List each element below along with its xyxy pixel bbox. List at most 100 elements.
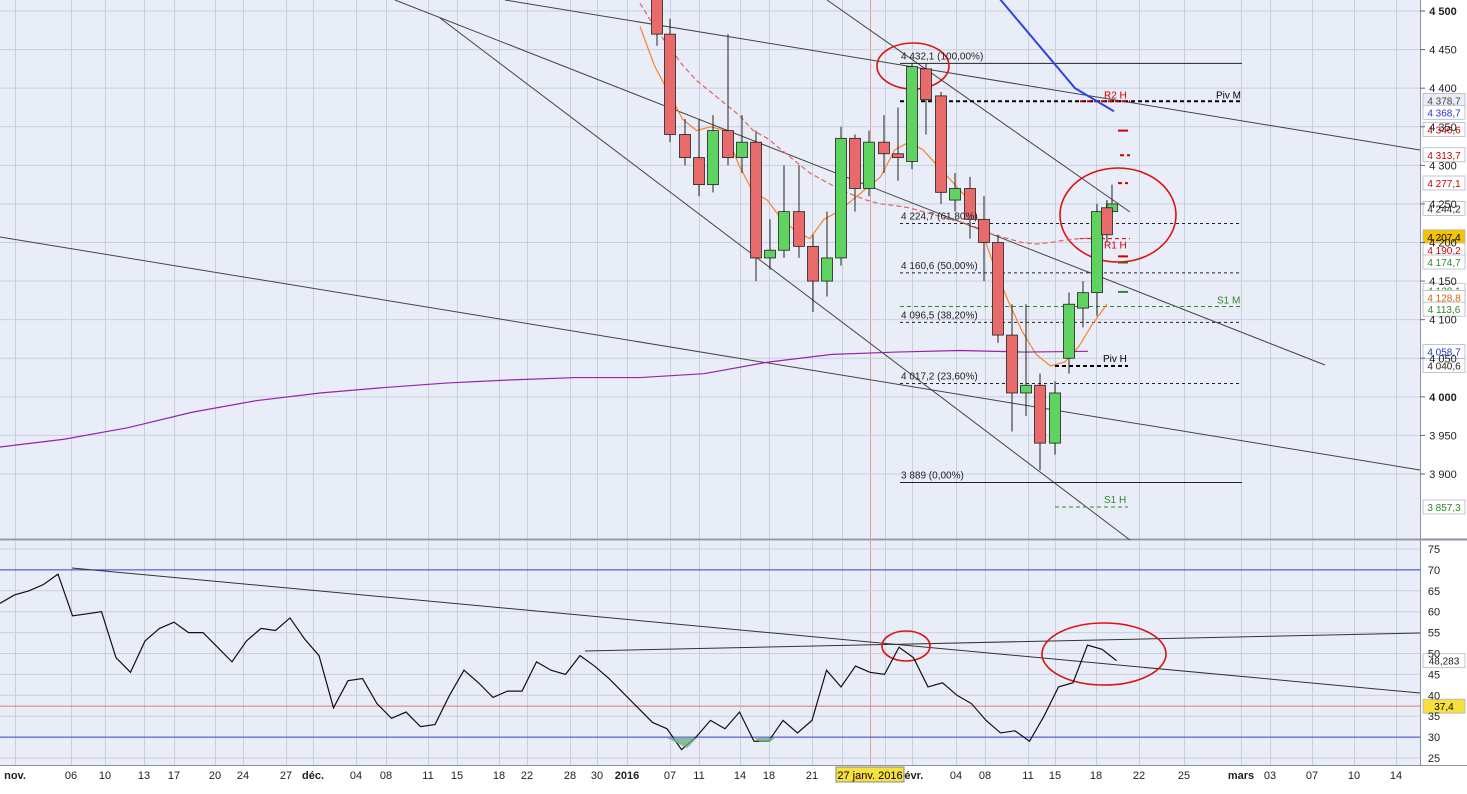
- candle-body: [935, 95, 947, 193]
- candle-body: [906, 66, 918, 162]
- x-tick-label: 13: [138, 770, 150, 782]
- oscillator-y-tick-label: 30: [1428, 732, 1440, 744]
- price-y-tick-label: 3 950: [1429, 430, 1457, 442]
- candle-body: [679, 134, 691, 159]
- candle-body: [750, 141, 762, 259]
- candle-body: [1006, 334, 1018, 394]
- candle-body: [978, 218, 990, 243]
- price-axis-badge-label: 4 368,7: [1427, 108, 1461, 119]
- oscillator-y-tick-label: 75: [1428, 544, 1440, 556]
- candle-body: [1049, 392, 1061, 444]
- x-tick-label: 03: [1264, 770, 1276, 782]
- fibonacci-label: 4 160,6 (50,00%): [901, 261, 978, 272]
- pivot-label: Piv H: [1103, 354, 1127, 365]
- price-axis-badge-label: 4 174,7: [1427, 258, 1461, 269]
- x-tick-label: 18: [763, 770, 775, 782]
- candle-body: [807, 245, 819, 282]
- candle-body: [1101, 207, 1113, 236]
- oscillator-y-tick-label: 55: [1428, 628, 1440, 640]
- oscillator-y-tick-label: 60: [1428, 607, 1440, 619]
- price-axis-badge-label: 4 277,1: [1427, 179, 1461, 190]
- oscillator-y-tick-label: 50: [1428, 649, 1440, 661]
- candle-body: [1034, 384, 1046, 444]
- oscillator-y-tick-label: 45: [1428, 669, 1440, 681]
- chart-svg: 4 432,1 (100,00%) 4 224,7 (61,80%) 4 160,6…: [0, 0, 1467, 789]
- fibonacci-label: 4 432,1 (100,00%): [901, 51, 983, 62]
- x-tick-label: 06: [65, 770, 77, 782]
- x-tick-label: 14: [1390, 770, 1402, 782]
- candle-body: [849, 137, 861, 189]
- oscillator-y-tick-label: 25: [1428, 753, 1440, 765]
- x-tick-label: 22: [521, 770, 533, 782]
- x-tick-label: 10: [1348, 770, 1360, 782]
- price-y-tick-label: 4 450: [1429, 45, 1457, 57]
- price-y-tick-label: 4 250: [1429, 199, 1457, 211]
- x-tick-label: 2016: [615, 770, 639, 782]
- candle-body: [1020, 384, 1032, 394]
- oscillator-y-tick-label: 65: [1428, 586, 1440, 598]
- candle-body: [1063, 303, 1075, 359]
- candle-body: [1091, 211, 1103, 294]
- fibonacci-label: 4 224,7 (61,80%): [901, 211, 978, 222]
- price-y-tick-label: 4 200: [1429, 238, 1457, 250]
- x-tick-label: 08: [380, 770, 392, 782]
- x-tick-label: 28: [564, 770, 576, 782]
- x-tick-label: 15: [451, 770, 463, 782]
- oscillator-y-tick-label: 40: [1428, 690, 1440, 702]
- x-tick-label: 07: [664, 770, 676, 782]
- candle-body: [835, 137, 847, 259]
- candle-body: [821, 257, 833, 282]
- x-tick-label: 24: [237, 770, 249, 782]
- x-tick-label: 11: [422, 770, 433, 782]
- candle-body: [778, 211, 790, 251]
- x-tick-label: 07: [1306, 770, 1318, 782]
- price-y-tick-label: 4 000: [1429, 392, 1457, 404]
- price-panel-background: [0, 0, 1420, 538]
- candle-body: [920, 68, 932, 101]
- x-tick-label: 15: [1049, 770, 1061, 782]
- x-tick-label: déc.: [302, 770, 324, 782]
- price-y-tick-label: 4 400: [1429, 83, 1457, 95]
- price-y-tick-label: 4 100: [1429, 315, 1457, 327]
- candle-body: [863, 141, 875, 189]
- candle-body: [764, 249, 776, 259]
- x-tick-label: mars: [1228, 770, 1254, 782]
- pivot-label: R2 H: [1104, 90, 1127, 101]
- x-tick-label: 14: [734, 770, 746, 782]
- x-tick-label: 17: [168, 770, 180, 782]
- x-tick-label: 04: [950, 770, 962, 782]
- x-tick-label: 18: [493, 770, 505, 782]
- x-tick-label: 11: [693, 770, 704, 782]
- candle-body: [707, 130, 719, 186]
- candle-body: [722, 130, 734, 159]
- candle-body: [992, 242, 1004, 336]
- cursor-date-label: 27 janv. 2016: [837, 770, 902, 782]
- candle-body: [651, 0, 663, 35]
- oscillator-y-tick-label: 70: [1428, 565, 1440, 577]
- candle-body: [949, 188, 961, 201]
- price-axis-badge-label: 3 857,3: [1427, 503, 1461, 514]
- oscillator-y-tick-label: 35: [1428, 711, 1440, 723]
- x-tick-label: 20: [209, 770, 221, 782]
- x-tick-label: 27: [280, 770, 292, 782]
- price-y-tick-label: 4 300: [1429, 160, 1457, 172]
- candle-body: [892, 153, 904, 159]
- candle-body: [736, 141, 748, 159]
- price-y-tick-label: 4 350: [1429, 122, 1457, 134]
- candle-body: [1077, 292, 1089, 309]
- fibonacci-label: 4 096,5 (38,20%): [901, 310, 978, 321]
- fibonacci-label: 3 889 (0,00%): [901, 470, 964, 481]
- pivot-label: R1 H: [1104, 241, 1127, 252]
- pivot-label: Piv M: [1216, 90, 1241, 101]
- pivot-label: S1 H: [1104, 495, 1126, 506]
- x-tick-label: 22: [1133, 770, 1145, 782]
- x-tick-label: 04: [350, 770, 362, 782]
- fibonacci-label: 4 017,2 (23,60%): [901, 372, 978, 383]
- price-y-tick-label: 4 500: [1429, 6, 1457, 18]
- chart-root: 4 432,1 (100,00%) 4 224,7 (61,80%) 4 160,6…: [0, 0, 1467, 789]
- price-y-tick-label: 4 150: [1429, 276, 1457, 288]
- candle-body: [664, 33, 676, 135]
- candle-body: [878, 141, 890, 155]
- x-tick-label: 11: [1022, 770, 1033, 782]
- price-y-tick-label: 4 050: [1429, 353, 1457, 365]
